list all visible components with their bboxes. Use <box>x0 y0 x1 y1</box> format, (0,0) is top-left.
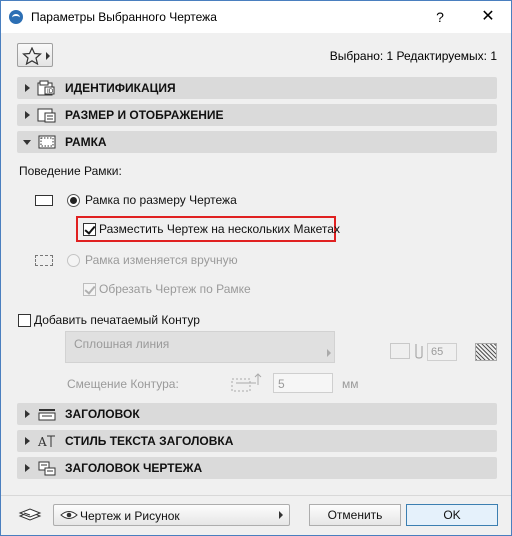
add-border-checkbox[interactable] <box>18 314 31 327</box>
star-icon <box>22 47 42 65</box>
section-label: ИДЕНТИФИКАЦИЯ <box>65 81 176 95</box>
expand-arrow-icon <box>25 437 30 445</box>
view-option-dropdown[interactable]: Чертеж и Рисунок <box>53 504 290 526</box>
pen-color-swatch[interactable] <box>475 343 497 361</box>
dialog-window: Параметры Выбранного Чертежа ? ✕ Выбрано… <box>0 0 512 536</box>
section-drawing-title[interactable]: ЗАГОЛОВОК ЧЕРТЕЖА <box>17 457 497 479</box>
fit-frame-icon <box>35 195 53 206</box>
selection-info: Выбрано: 1 Редактируемых: 1 <box>329 49 497 63</box>
manual-frame-icon <box>35 255 53 266</box>
section-label: РАЗМЕР И ОТОБРАЖЕНИЕ <box>65 108 224 122</box>
frame-icon <box>38 135 56 149</box>
section-label: СТИЛЬ ТЕКСТА ЗАГОЛОВКА <box>65 434 234 448</box>
chevron-right-icon <box>279 511 283 519</box>
title-bar: Параметры Выбранного Чертежа ? ✕ <box>1 1 511 33</box>
place-multiple-layouts-checkbox[interactable] <box>83 223 96 236</box>
section-label: РАМКА <box>65 135 107 149</box>
place-multiple-layouts-label: Разместить Чертеж на нескольких Макетах <box>99 222 340 236</box>
help-button[interactable]: ? <box>429 7 451 27</box>
radio-frame-fit[interactable] <box>67 194 80 207</box>
ok-button[interactable]: OK <box>406 504 498 526</box>
add-border-label: Добавить печатаемый Контур <box>34 313 200 327</box>
svg-text:A: A <box>37 435 47 449</box>
section-frame[interactable]: РАМКА <box>17 131 497 153</box>
line-type-dropdown[interactable]: Сплошная линия <box>65 331 335 363</box>
chevron-right-icon <box>327 349 331 357</box>
eye-icon <box>60 511 78 519</box>
section-label: ЗАГОЛОВОК <box>65 407 140 421</box>
radio-frame-manual-label: Рамка изменяется вручную <box>85 253 238 267</box>
frame-behavior-label: Поведение Рамки: <box>19 164 122 178</box>
offset-field[interactable]: 5 <box>273 373 333 393</box>
radio-frame-manual[interactable] <box>67 254 80 267</box>
pen-number-field[interactable]: 65 <box>427 343 457 361</box>
pen-icon <box>390 343 410 359</box>
offset-label: Смещение Контура: <box>67 377 179 391</box>
layer-icon[interactable] <box>18 506 42 524</box>
chevron-right-icon <box>46 52 50 60</box>
pen-weight-icon <box>413 342 425 360</box>
expand-arrow-icon <box>25 464 30 472</box>
favorites-button[interactable] <box>17 43 53 67</box>
drawing-title-icon <box>38 461 56 476</box>
expand-arrow-icon <box>25 410 30 418</box>
size-display-icon <box>37 108 56 123</box>
offset-icon <box>231 373 262 392</box>
text-style-icon: A <box>37 435 55 449</box>
id-icon: ID <box>37 80 55 96</box>
app-icon <box>9 10 23 24</box>
clip-drawing-checkbox[interactable] <box>83 283 96 296</box>
footer-divider <box>1 495 511 496</box>
expand-arrow-icon <box>25 111 30 119</box>
clip-drawing-label: Обрезать Чертеж по Рамке <box>99 282 251 296</box>
section-identification[interactable]: ID ИДЕНТИФИКАЦИЯ <box>17 77 497 99</box>
radio-frame-fit-label: Рамка по размеру Чертежа <box>85 193 237 207</box>
section-label: ЗАГОЛОВОК ЧЕРТЕЖА <box>65 461 203 475</box>
section-title[interactable]: ЗАГОЛОВОК <box>17 403 497 425</box>
expand-arrow-icon <box>25 84 30 92</box>
line-type-value: Сплошная линия <box>74 337 170 351</box>
dialog-body: Выбрано: 1 Редактируемых: 1 ID ИДЕНТИФИК… <box>1 33 511 535</box>
offset-unit: мм <box>342 377 359 391</box>
title-icon <box>38 409 56 421</box>
close-button[interactable]: ✕ <box>477 7 499 27</box>
window-title: Параметры Выбранного Чертежа <box>31 10 217 24</box>
section-size-display[interactable]: РАЗМЕР И ОТОБРАЖЕНИЕ <box>17 104 497 126</box>
section-title-text-style[interactable]: A СТИЛЬ ТЕКСТА ЗАГОЛОВКА <box>17 430 497 452</box>
collapse-arrow-icon <box>23 140 31 145</box>
view-option-value: Чертеж и Рисунок <box>80 509 180 523</box>
svg-text:ID: ID <box>47 88 54 95</box>
cancel-button[interactable]: Отменить <box>309 504 401 526</box>
